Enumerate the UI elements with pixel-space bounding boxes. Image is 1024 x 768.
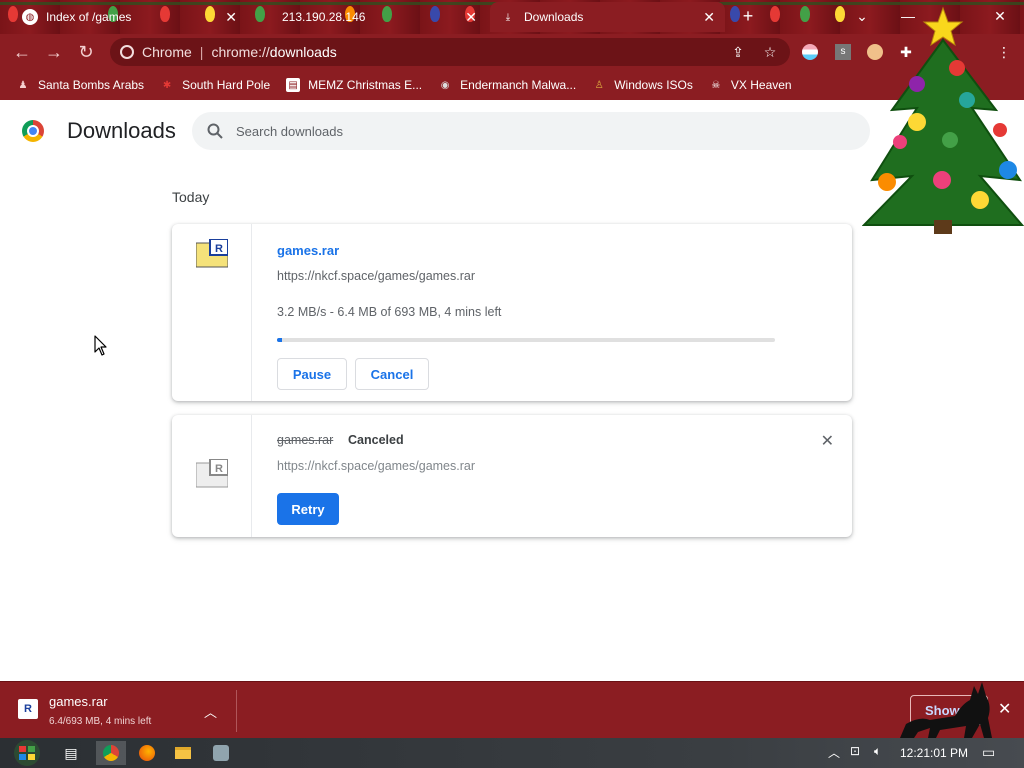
document-icon: ▤ [286,78,301,92]
action-center-icon[interactable]: ▭ [982,744,995,761]
bookmark-label: MEMZ Christmas E... [308,78,423,92]
shelf-download-item[interactable]: R games.rar 6.4/693 MB, 4 mins left ︿ [0,682,236,738]
chrome-site-icon [120,45,134,59]
bookmark-label: VX Heaven [730,78,792,92]
chrome-logo-icon [22,120,44,142]
system-clock[interactable]: 12:21:01 PM [900,746,968,760]
bookmark-santa-bombs-arabs[interactable]: ♟ Santa Bombs Arabs [16,78,145,92]
shelf-file-status: 6.4/693 MB, 4 mins left [49,716,152,727]
file-name-canceled: games.rar [277,433,334,447]
url-path: downloads [269,44,337,60]
new-tab-icon[interactable]: + [732,4,764,28]
tab-title: Downloads [524,10,584,24]
rar-file-icon-disabled: R [196,459,228,488]
close-tab-icon[interactable]: ✕ [225,9,237,26]
bookmark-memz-christmas[interactable]: ▤ MEMZ Christmas E... [286,78,422,92]
browser-window: ◍ Index of /games ✕ 213.190.28.146 ✕ ⤓ D… [0,0,1024,768]
globe-icon: ◍ [22,9,38,25]
reload-icon[interactable]: ↻ [74,40,98,64]
url-scheme: chrome:// [211,44,270,60]
wolf-icon: ◉ [440,79,450,91]
tab-title: 213.190.28.146 [282,10,366,24]
file-icon-column: R [172,415,252,537]
page-title: Downloads [67,118,176,143]
download-icon: ⤓ [505,11,511,23]
date-section-label: Today [172,189,210,205]
mouse-cursor-icon [94,335,107,356]
bookmark-star-icon[interactable]: ☆ [760,42,780,62]
bookmark-label: South Hard Pole [182,78,271,92]
close-tab-icon[interactable]: ✕ [465,9,477,26]
bookmark-label: Windows ISOs [614,78,693,92]
share-icon[interactable]: ⇪ [728,42,748,62]
santa-icon: ♟ [18,79,28,91]
download-item-canceled: R games.rar Canceled ✕ https://nkcf.spac… [172,415,852,537]
firefox-taskbar-icon[interactable] [132,741,162,765]
black-cat-decoration [900,682,992,738]
task-view-icon[interactable]: ▤ [56,741,86,765]
close-shelf-icon[interactable]: ✕ [998,699,1011,719]
search-input[interactable] [236,121,836,141]
search-box[interactable] [192,112,870,150]
skull-icon: ☠ [711,79,721,91]
download-item-active: R games.rar https://nkcf.space/games/gam… [172,224,852,401]
svg-text:R: R [215,243,223,255]
bookmark-south-hard-pole[interactable]: ✱ South Hard Pole [160,78,270,92]
bookmark-label: Endermanch Malwa... [460,78,577,92]
rar-file-icon: R [18,699,38,719]
star-icon: ✱ [162,79,172,91]
bookmark-windows-isos[interactable]: ♙ Windows ISOs [592,78,693,92]
tab-ip-address[interactable]: 213.190.28.146 ✕ [262,2,487,32]
pause-button[interactable]: Pause [277,358,347,390]
network-icon[interactable]: ⊡ [850,744,860,758]
retry-button[interactable]: Retry [277,493,339,525]
show-hidden-icons-icon[interactable]: ︿ [828,744,840,761]
file-name-link[interactable]: games.rar [277,243,339,258]
site-label: Chrome [142,44,192,60]
remove-from-list-icon[interactable]: ✕ [821,431,834,451]
file-explorer-taskbar-icon[interactable] [168,741,198,765]
shelf-file-name: games.rar [49,694,108,709]
bookmark-label: Santa Bombs Arabs [38,78,145,92]
download-progress-text: 3.2 MB/s - 6.4 MB of 693 MB, 4 mins left [277,305,502,319]
svg-text:R: R [215,463,223,475]
back-icon[interactable]: ← [10,40,34,64]
bookmark-endermanch-malware[interactable]: ◉ Endermanch Malwa... [438,78,576,92]
figure-icon: ♙ [594,79,604,91]
file-icon-column: R [172,224,252,401]
close-tab-icon[interactable]: ✕ [703,9,715,26]
address-bar[interactable]: Chrome | chrome://downloads [110,38,790,66]
cancel-button[interactable]: Cancel [355,358,429,390]
download-shelf: R games.rar 6.4/693 MB, 4 mins left ︿ Sh… [0,681,1024,738]
chrome-taskbar-icon[interactable] [96,741,126,765]
app-taskbar-icon[interactable] [206,741,236,765]
tab-downloads[interactable]: ⤓ Downloads ✕ [490,2,725,32]
extension-flag-icon[interactable] [800,42,820,62]
volume-icon[interactable]: 🔈︎ [874,744,881,759]
file-url[interactable]: https://nkcf.space/games/games.rar [277,269,475,283]
progress-bar [277,338,775,342]
bookmark-vx-heaven[interactable]: ☠ VX Heaven [709,78,792,92]
chevron-up-icon[interactable]: ︿ [204,702,217,721]
tab-index-of-games[interactable]: ◍ Index of /games ✕ [12,2,247,32]
rar-file-icon: R [196,239,228,268]
file-url[interactable]: https://nkcf.space/games/games.rar [277,459,475,473]
progress-bar-fill [277,338,282,342]
start-orb-icon[interactable] [8,739,46,767]
extension-s-icon[interactable]: s [833,42,853,62]
search-icon [207,123,223,139]
canceled-status: Canceled [348,433,404,447]
url-separator: | [199,44,204,60]
christmas-tree-decoration [862,6,1024,234]
windows-taskbar: ▤ ︿ ⊡ 🔈︎ 12:21:01 PM ▭ [0,738,1024,768]
forward-icon[interactable]: → [42,40,66,64]
shelf-divider [236,690,237,732]
tab-title: Index of /games [46,10,132,24]
